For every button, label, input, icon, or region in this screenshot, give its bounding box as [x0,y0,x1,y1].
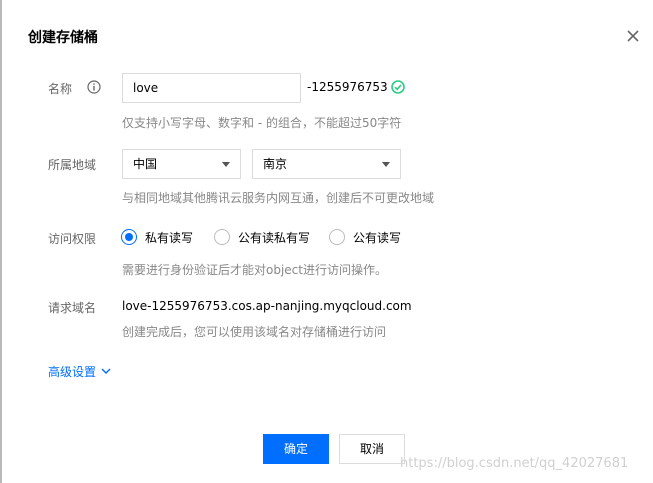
city-select[interactable]: 南京 [252,149,401,179]
radio-dot [214,229,230,245]
region-label: 所属地域 [48,158,97,172]
caret-down-icon [222,162,230,167]
advanced-settings-toggle[interactable]: 高级设置 [48,363,111,380]
region-hint: 与相同地域其他腾讯云服务内网互通，创建后不可更改地域 [122,191,435,205]
cancel-button[interactable]: 取消 [339,434,405,464]
access-label: 访问权限 [48,232,97,246]
name-label: 名称 [48,82,73,96]
check-circle-icon [391,80,405,94]
appid-suffix: -1255976753 [307,80,388,94]
radio-public-rw[interactable]: 公有读写 [329,228,401,246]
name-hint: 仅支持小写字母、数字和 - 的组合，不能超过50字符 [122,116,402,130]
create-bucket-dialog: 创建存储桶 名称 love -1255976753 仅支持小写字母、数字和 - … [2,0,653,483]
radio-dot [121,229,137,245]
country-value: 中国 [133,157,158,171]
access-hint: 需要进行身份验证后才能对object进行访问操作。 [122,263,387,277]
radio-private-rw[interactable]: 私有读写 [121,228,193,246]
radio-label: 公有读私有写 [238,230,311,245]
radio-public-r-private-w[interactable]: 公有读私有写 [214,228,310,246]
city-value: 南京 [263,157,288,171]
confirm-button[interactable]: 确定 [263,434,329,464]
info-icon[interactable] [87,80,101,94]
caret-down-icon [382,162,390,167]
radio-label: 公有读写 [353,230,402,245]
bucket-name-input[interactable]: love [122,73,301,103]
close-icon[interactable] [625,28,641,44]
chevron-down-icon [101,368,111,374]
domain-label: 请求域名 [48,301,97,315]
dialog-title: 创建存储桶 [28,30,98,46]
radio-label: 私有读写 [145,230,194,245]
request-domain: love-1255976753.cos.ap-nanjing.myqcloud.… [122,299,412,313]
radio-dot [329,229,345,245]
country-select[interactable]: 中国 [122,149,241,179]
advanced-settings-label: 高级设置 [48,365,97,379]
watermark: https://blog.csdn.net/qq_42027681 [400,456,629,471]
domain-hint: 创建完成后，您可以使用该域名对存储桶进行访问 [122,325,387,339]
